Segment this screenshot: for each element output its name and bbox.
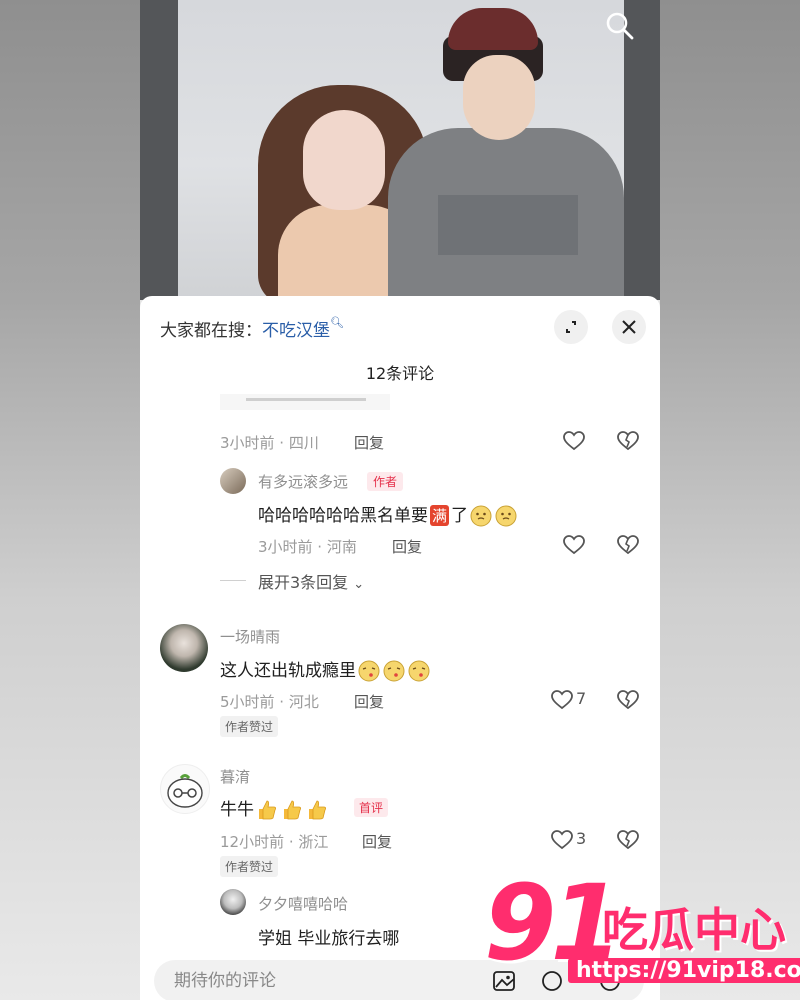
heart-icon (563, 535, 585, 555)
video-frame (178, 0, 624, 300)
like-count: 7 (576, 689, 587, 708)
reply-button[interactable]: 回复 (392, 536, 422, 557)
search-button[interactable] (602, 8, 638, 44)
reply-username[interactable]: 有多远滚多远 (258, 471, 348, 492)
expand-icon (566, 321, 576, 333)
emoji-thumbs-up-icon (259, 800, 277, 820)
broken-heart-icon (617, 690, 639, 710)
like-button[interactable] (550, 828, 574, 852)
emoji-thumbs-up-icon (284, 800, 302, 820)
comment-text: 牛牛 (220, 795, 329, 822)
chevron-down-icon: ⌄ (353, 577, 365, 592)
comment-meta: 3小时前 · 四川 (220, 434, 319, 452)
comment-text: 这人还出轨成瘾里 (220, 656, 431, 683)
broken-heart-icon (617, 535, 639, 555)
reply-text: 学姐 毕业旅行去哪 (258, 929, 400, 949)
fullscreen-button[interactable] (554, 310, 588, 344)
comment-input[interactable] (172, 968, 476, 994)
emoji-kiss-icon (383, 660, 405, 682)
video-player[interactable] (140, 0, 660, 300)
close-button[interactable] (612, 310, 646, 344)
hot-search-prefix: 大家都在搜： (160, 321, 262, 341)
site-watermark: 91 吃瓜中心 https://91vip18.com (484, 868, 800, 988)
expand-replies-button[interactable]: 展开3条回复 ⌄ (258, 569, 364, 593)
search-icon (606, 12, 634, 40)
comment-meta: 5小时前 · 河北 (220, 693, 319, 711)
heart-icon (563, 431, 585, 451)
comment-count: 12条评论 (365, 364, 435, 383)
watermark-url: https://91vip18.com (568, 958, 800, 983)
comment-image-thumbnail[interactable] (220, 394, 390, 410)
broken-heart-icon (617, 431, 639, 451)
reply-username[interactable]: 夕夕嘻嘻哈哈 (258, 893, 348, 914)
backdrop-right (660, 0, 800, 1000)
hot-search-keyword[interactable]: 不吃汉堡 (262, 321, 330, 341)
avatar[interactable] (220, 468, 246, 494)
avatar[interactable] (160, 764, 210, 814)
like-button[interactable] (562, 429, 586, 453)
dislike-button[interactable] (616, 688, 640, 712)
emoji-kiss-icon (408, 660, 430, 682)
emoji-face-icon (470, 505, 492, 527)
reply-button[interactable]: 回复 (354, 432, 384, 453)
backdrop-left (0, 0, 140, 1000)
dislike-button[interactable] (616, 828, 640, 852)
comment-meta: 12小时前 · 浙江 (220, 833, 329, 851)
dislike-button[interactable] (616, 429, 640, 453)
reply-meta: 3小时前 · 河南 (258, 538, 357, 556)
reply-button[interactable]: 回复 (362, 831, 392, 852)
divider (220, 580, 246, 581)
comment-username[interactable]: 一场晴雨 (220, 626, 280, 647)
emoji-face-icon (495, 505, 517, 527)
author-liked-badge: 作者赞过 (220, 856, 279, 877)
emoji-thumbs-up-icon (309, 800, 327, 820)
like-count: 3 (576, 829, 587, 848)
author-liked-badge: 作者赞过 (220, 716, 279, 737)
reply-text: 哈哈哈哈哈哈黑名单要满了 (258, 501, 518, 528)
first-comment-tag: 首评 (354, 798, 389, 817)
hot-search[interactable]: 大家都在搜：不吃汉堡🔍︎ (160, 316, 344, 341)
like-button[interactable] (562, 533, 586, 557)
author-tag: 作者 (367, 472, 404, 491)
like-button[interactable] (550, 688, 574, 712)
special-char-badge: 满 (430, 505, 450, 526)
cartoon-avatar-icon (167, 774, 203, 808)
watermark-text: 吃瓜中心 (602, 903, 786, 957)
avatar[interactable] (220, 889, 246, 915)
reply-button[interactable]: 回复 (354, 691, 384, 712)
search-small-icon: 🔍︎ (330, 316, 344, 329)
broken-heart-icon (617, 830, 639, 850)
emoji-kiss-icon (358, 660, 380, 682)
close-icon (622, 320, 636, 334)
dislike-button[interactable] (616, 533, 640, 557)
heart-icon (551, 690, 573, 710)
avatar[interactable] (160, 624, 208, 672)
heart-icon (551, 830, 573, 850)
comment-username[interactable]: 暮淯 (220, 766, 250, 787)
